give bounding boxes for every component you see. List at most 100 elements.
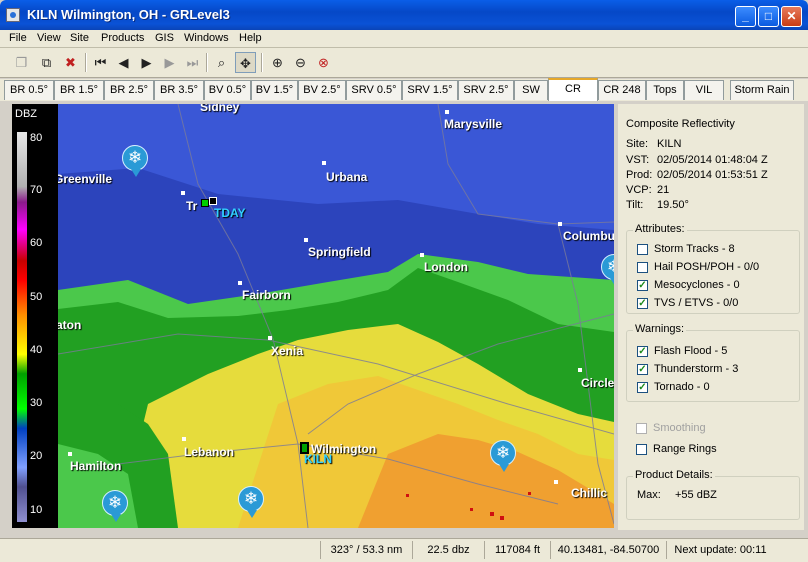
menu-view[interactable]: View <box>37 32 61 44</box>
thunderstorm-checkbox[interactable]: ✓ Thunderstorm - 3 <box>637 363 738 375</box>
legend-tick: 40 <box>30 344 43 356</box>
city-dot <box>420 253 424 257</box>
menu-site[interactable]: Site <box>70 32 89 44</box>
hail-checkbox[interactable]: Hail POSH/POH - 0/0 <box>637 261 759 273</box>
tab-storm-rain[interactable]: Storm Rain <box>730 80 794 100</box>
title-bar[interactable]: KILN Wilmington, OH - GRLevel3 _ □ ✕ <box>0 0 808 30</box>
city-label: Springfield <box>308 245 371 259</box>
checkbox-label: Flash Flood - 5 <box>654 345 728 357</box>
max-value: +55 dBZ <box>675 489 717 501</box>
last-frame-icon[interactable]: ⏭ <box>182 52 203 73</box>
tab-br-2-5[interactable]: BR 2.5° <box>104 80 154 100</box>
toolbar-separator <box>85 53 87 72</box>
vst-label: VST: <box>626 154 650 166</box>
check-icon[interactable]: ✓ <box>637 345 648 357</box>
city-label: Xenia <box>271 344 304 358</box>
zoom-tool-icon[interactable]: ⌕ <box>211 52 232 73</box>
value-readout: 22.5 dbz <box>412 541 484 559</box>
snowflake-icon[interactable]: ❄ <box>490 440 516 472</box>
play-icon[interactable]: ▶ <box>136 52 157 73</box>
checkbox-label: TVS / ETVS - 0/0 <box>654 297 739 309</box>
city-label: Greenville <box>58 172 113 186</box>
legend-color-bar <box>17 132 27 522</box>
tab-bv-1-5[interactable]: BV 1.5° <box>251 80 298 100</box>
tab-br-0-5[interactable]: BR 0.5° <box>4 80 54 100</box>
next-frame-icon[interactable]: ▶ <box>159 52 180 73</box>
tab-srv-0-5[interactable]: SRV 0.5° <box>346 80 402 100</box>
tab-cr[interactable]: CR <box>548 78 598 101</box>
tab-srv-2-5[interactable]: SRV 2.5° <box>458 80 514 100</box>
legend-tick: 10 <box>30 504 43 516</box>
warnings-group: Warnings: ✓ Flash Flood - 5 ✓ Thunderstorm… <box>626 323 800 402</box>
tab-br-3-5[interactable]: BR 3.5° <box>154 80 204 100</box>
zoom-out-icon[interactable]: ⊖ <box>290 52 311 73</box>
copy-icon[interactable]: ⧉ <box>36 52 57 73</box>
marker-label: TDAY <box>214 206 246 220</box>
city-dot <box>304 238 308 242</box>
city-dot <box>578 368 582 372</box>
radar-map[interactable]: Sidney Marysville Greenville Urbana Tr T… <box>58 104 614 528</box>
tab-br-1-5[interactable]: BR 1.5° <box>54 80 104 100</box>
city-dot <box>558 222 562 226</box>
minimize-button[interactable]: _ <box>735 6 756 27</box>
attributes-group: Attributes: Storm Tracks - 8 Hail POSH/P… <box>626 223 800 314</box>
prod-label: Prod: <box>626 169 653 181</box>
range-rings-checkbox[interactable]: Range Rings <box>636 443 717 455</box>
checkbox-label: Range Rings <box>653 443 717 455</box>
site-label: Site: <box>626 138 649 150</box>
close-button[interactable]: ✕ <box>781 6 802 27</box>
city-dot <box>182 437 186 441</box>
city-dot <box>322 161 326 165</box>
city-label: Lebanon <box>184 445 234 459</box>
menu-windows[interactable]: Windows <box>184 32 229 44</box>
legend-tick: 20 <box>30 450 43 462</box>
legend-tick: 80 <box>30 132 43 144</box>
tab-sw[interactable]: SW <box>514 80 548 100</box>
city-label: Hamilton <box>70 459 122 473</box>
tvs-checkbox[interactable]: ✓ TVS / ETVS - 0/0 <box>637 297 738 309</box>
tab-cr-248[interactable]: CR 248 <box>598 80 646 100</box>
maximize-button[interactable]: □ <box>758 6 779 27</box>
pan-tool-icon[interactable]: ✥ <box>235 52 256 73</box>
max-label: Max: <box>637 489 661 501</box>
snowflake-icon[interactable]: ❄ <box>238 486 264 518</box>
tab-bv-0-5[interactable]: BV 0.5° <box>204 80 251 100</box>
check-icon[interactable]: ✓ <box>637 363 648 375</box>
delete-icon[interactable]: ✖ <box>60 52 81 73</box>
city-label: Fairborn <box>242 288 291 302</box>
new-window-icon[interactable]: ❐ <box>11 52 32 73</box>
menu-bar: File View Site Products GIS Windows Help <box>0 30 808 48</box>
check-icon[interactable]: ✓ <box>637 381 648 393</box>
zoom-in-icon[interactable]: ⊕ <box>267 52 288 73</box>
storm-tracks-checkbox[interactable]: Storm Tracks - 8 <box>637 243 735 255</box>
smoothing-checkbox[interactable]: Smoothing <box>636 422 706 434</box>
checkbox-box[interactable] <box>637 243 648 255</box>
snowflake-icon[interactable]: ❄ <box>102 490 128 522</box>
polar-readout: 323° / 53.3 nm <box>320 541 412 559</box>
tornado-checkbox[interactable]: ✓ Tornado - 0 <box>637 381 710 393</box>
city-dot <box>181 191 185 195</box>
menu-file[interactable]: File <box>9 32 27 44</box>
check-icon[interactable]: ✓ <box>637 297 648 309</box>
checkbox-box[interactable] <box>636 443 647 455</box>
city-label: aton <box>58 318 82 332</box>
tab-srv-1-5[interactable]: SRV 1.5° <box>402 80 458 100</box>
menu-products[interactable]: Products <box>101 32 144 44</box>
menu-gis[interactable]: GIS <box>155 32 174 44</box>
tab-vil[interactable]: VIL <box>684 80 724 100</box>
checkbox-box[interactable] <box>636 422 647 434</box>
flash-flood-checkbox[interactable]: ✓ Flash Flood - 5 <box>637 345 727 357</box>
mesocyclones-checkbox[interactable]: ✓ Mesocyclones - 0 <box>637 279 740 291</box>
tab-tops[interactable]: Tops <box>646 80 684 100</box>
map-marker <box>201 199 209 207</box>
first-frame-icon[interactable]: ⏮ <box>90 52 111 73</box>
checkbox-box[interactable] <box>637 261 648 273</box>
menu-help[interactable]: Help <box>239 32 262 44</box>
snowflake-icon[interactable]: ❄ <box>122 145 148 177</box>
product-tabs: BR 0.5° BR 1.5° BR 2.5° BR 3.5° BV 0.5° … <box>0 78 808 101</box>
legend-tick: 30 <box>30 397 43 409</box>
zoom-reset-icon[interactable]: ⊗ <box>313 52 334 73</box>
check-icon[interactable]: ✓ <box>637 279 648 291</box>
tab-bv-2-5[interactable]: BV 2.5° <box>298 80 346 100</box>
previous-frame-icon[interactable]: ◀ <box>113 52 134 73</box>
